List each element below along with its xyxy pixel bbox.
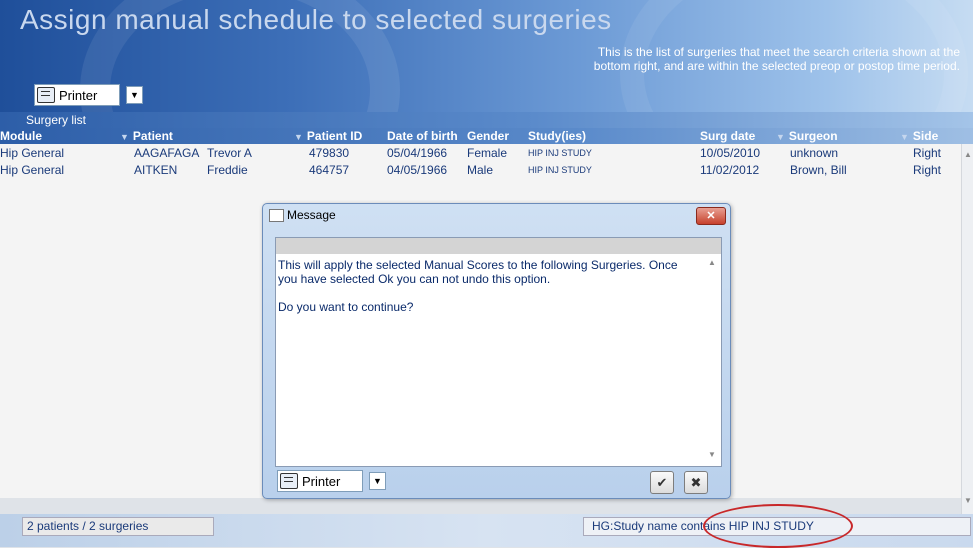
cell-patient-id: 479830 (309, 146, 350, 160)
cell-dob: 04/05/1966 (387, 163, 448, 177)
cell-study: HIP INJ STUDY (528, 148, 592, 158)
printer-select-box[interactable]: Printer (34, 84, 120, 106)
cell-surname: AITKEN (134, 163, 178, 177)
cell-module: Hip General (0, 163, 65, 177)
message-header (276, 238, 721, 254)
cell-patient-id: 464757 (309, 163, 350, 177)
sort-icon: ▼ (294, 132, 303, 142)
cell-surg-date: 10/05/2010 (700, 146, 761, 160)
page-title: Assign manual schedule to selected surge… (20, 4, 612, 35)
cell-study: HIP INJ STUDY (528, 165, 592, 175)
scroll-down-icon[interactable]: ▼ (708, 450, 716, 459)
surgery-list-title: Surgery list (26, 113, 87, 127)
cell-firstname: Freddie (207, 163, 248, 177)
cell-side: Right (913, 163, 942, 177)
cancel-button[interactable]: ✖ (684, 471, 708, 494)
grid-header: Module ▼ Patient ▼ Patient ID Date of birt… (0, 128, 973, 144)
cell-surgeon: unknown (790, 146, 839, 160)
message-text: This will apply the selected Manual Scor… (278, 258, 698, 314)
message-scrollbar[interactable]: ▲ ▼ (706, 254, 720, 466)
column-dob[interactable]: Date of birth (387, 128, 458, 144)
printer-select-box[interactable]: Printer (277, 470, 363, 492)
printer-icon (280, 473, 298, 489)
annotation-circle (703, 504, 853, 548)
surgery-list-header: Surgery list (0, 112, 973, 128)
printer-label: Printer (59, 87, 98, 103)
printer-label: Printer (302, 473, 341, 489)
cell-firstname: Trevor A (207, 146, 252, 160)
cell-side: Right (913, 146, 942, 160)
scroll-up-icon[interactable]: ▲ (964, 150, 972, 159)
scroll-down-icon[interactable]: ▼ (964, 496, 972, 505)
cell-surgeon: Brown, Bill (790, 163, 847, 177)
message-box: This will apply the selected Manual Scor… (275, 237, 722, 467)
column-patient-id[interactable]: ▼ Patient ID (294, 128, 362, 145)
dialog-titlebar[interactable]: Message ✕ (263, 204, 730, 226)
message-body: This will apply the selected Manual Scor… (278, 258, 678, 286)
table-row[interactable]: Hip General AAGAFAGA Trevor A 479830 05/… (0, 145, 961, 162)
message-question: Do you want to continue? (278, 300, 414, 314)
chevron-down-icon[interactable]: ▼ (126, 86, 143, 104)
sort-icon: ▼ (776, 132, 785, 142)
column-side[interactable]: ▼ Side (900, 128, 938, 145)
grid-scrollbar[interactable]: ▲ ▼ (961, 144, 973, 514)
cell-surg-date: 11/02/2012 (700, 163, 760, 177)
dialog-printer-select[interactable]: Printer ▼ (277, 470, 386, 492)
window-icon (269, 209, 284, 222)
cell-gender: Female (467, 146, 508, 160)
message-dialog: Message ✕ This will apply the selected M… (262, 203, 731, 499)
column-surg-date[interactable]: Surg date (700, 128, 755, 144)
scroll-up-icon[interactable]: ▲ (708, 258, 716, 267)
cell-surname: AAGAFAGA (134, 146, 200, 160)
cell-dob: 05/04/1966 (387, 146, 448, 160)
column-module[interactable]: Module (0, 128, 42, 144)
info-text: This is the list of surgeries that meet … (593, 45, 960, 73)
cell-gender: Male (467, 163, 494, 177)
column-studies[interactable]: Study(ies) (528, 128, 586, 144)
sort-icon: ▼ (120, 132, 129, 142)
table-row[interactable]: Hip General AITKEN Freddie 464757 04/05/… (0, 162, 961, 179)
column-surgeon[interactable]: ▼ Surgeon (776, 128, 838, 145)
sort-icon: ▼ (900, 132, 909, 142)
close-button[interactable]: ✕ (696, 207, 726, 225)
header-banner: Assign manual schedule to selected surge… (0, 0, 973, 112)
record-count: 2 patients / 2 surgeries (22, 517, 214, 536)
cell-module: Hip General (0, 146, 65, 160)
ok-button[interactable]: ✔ (650, 471, 674, 494)
column-patient[interactable]: ▼ Patient (120, 128, 173, 145)
chevron-down-icon[interactable]: ▼ (369, 472, 386, 490)
column-gender[interactable]: Gender (467, 128, 509, 144)
printer-select[interactable]: Printer ▼ (34, 84, 143, 106)
dialog-title: Message (287, 208, 336, 222)
printer-icon (37, 87, 55, 103)
